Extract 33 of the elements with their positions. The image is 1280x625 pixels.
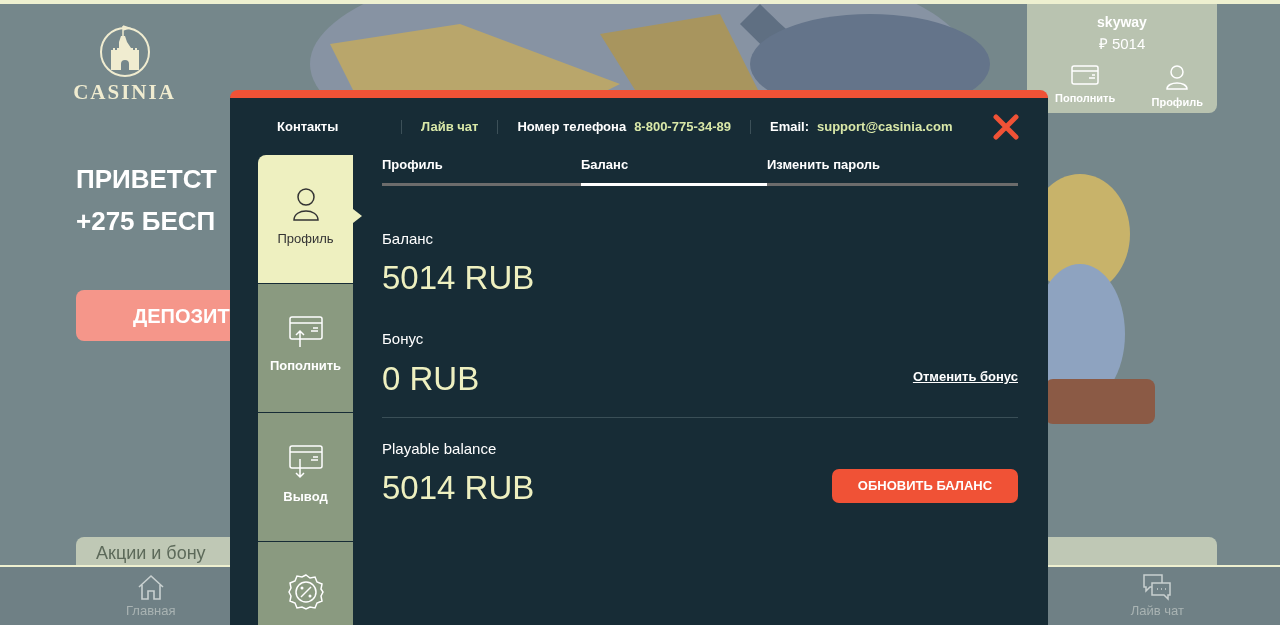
selection-pointer-icon — [353, 209, 362, 223]
refresh-balance-button[interactable]: ОБНОВИТЬ БАЛАНС — [832, 469, 1018, 503]
balance-label: Баланс — [382, 228, 435, 249]
tab[interactable]: Баланс — [581, 155, 767, 186]
percent-badge-icon — [287, 574, 324, 610]
card-down-arrow-icon — [288, 445, 323, 479]
cancel-bonus-link[interactable]: Отменить бонус — [912, 367, 1018, 387]
promo-title: Акции и бону — [96, 543, 206, 564]
balance-amount: 5014 RUB — [382, 258, 535, 298]
contact-label: Email: — [770, 117, 809, 136]
user-balance: ₽ 5014 — [1097, 34, 1147, 54]
balance-amount: 5014 RUB — [382, 468, 535, 508]
castle-logo-icon — [98, 22, 151, 77]
contacts-link[interactable]: Контакты — [277, 116, 382, 137]
username: skyway — [1096, 13, 1148, 32]
contact-value[interactable]: 8-800-775-34-89 — [634, 116, 731, 137]
person-icon — [291, 187, 320, 221]
tab[interactable]: Изменить пароль — [767, 155, 1018, 186]
sidebar-item[interactable]: Профиль — [258, 155, 353, 283]
balance-amount: 0 RUB — [382, 358, 480, 399]
contact-label: Номер телефона — [517, 117, 627, 136]
balance-label: Playable balance — [382, 438, 498, 459]
live-chat-link[interactable]: Лайв чат — [421, 116, 479, 137]
close-button[interactable] — [992, 112, 1020, 141]
card-icon — [1071, 63, 1100, 86]
chat-icon — [1142, 573, 1173, 601]
headline-line: +275 БЕСП — [76, 205, 216, 238]
person-icon — [1165, 63, 1190, 90]
tab[interactable]: Профиль — [382, 155, 581, 186]
card-up-arrow-icon — [288, 316, 323, 348]
contact-value[interactable]: support@casinia.com — [817, 116, 953, 137]
headline-line: ПРИВЕТСТ — [76, 163, 217, 196]
balance-label: Бонус — [382, 329, 425, 349]
